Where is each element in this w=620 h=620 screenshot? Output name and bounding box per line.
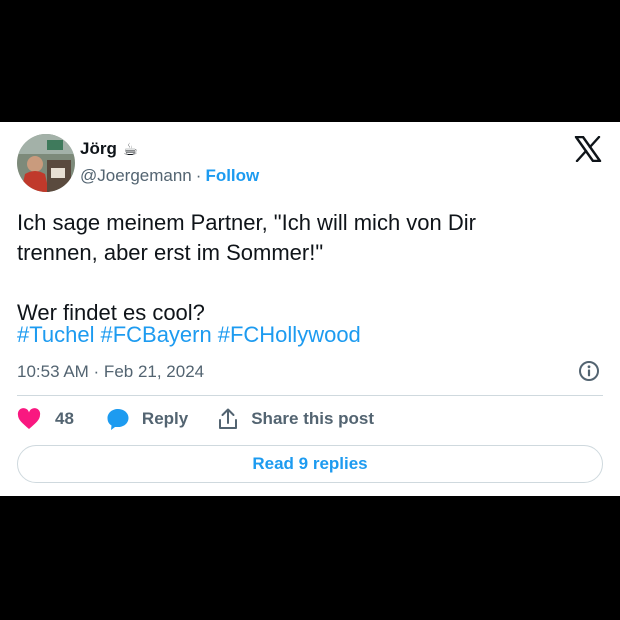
author-name[interactable]: Jörg [80,139,117,159]
hashtag-list: #Tuchel #FCBayern #FCHollywood [17,322,367,348]
author-handle[interactable]: @Joergemann [80,166,192,185]
share-icon [219,408,238,429]
x-logo-icon[interactable] [574,136,602,162]
hashtag-tuchel[interactable]: #Tuchel [17,322,94,347]
hashtag-fchollywood[interactable]: #FCHollywood [218,322,361,347]
follow-link[interactable]: Follow [205,166,259,185]
heart-icon [17,408,41,429]
like-count: 48 [55,409,74,428]
author-handle-row: @Joergemann · Follow [80,166,259,186]
share-button[interactable]: Share this post [218,408,374,430]
reply-button[interactable]: Reply [106,408,188,430]
speech-bubble-icon [107,409,129,430]
tweet-card: Jörg ☕ @Joergemann · Follow Ich sage meine… [0,122,620,496]
avatar[interactable] [17,134,75,192]
share-label: Share this post [251,409,375,428]
action-bar: 48 Reply Share this post [17,408,374,430]
like-button[interactable]: 48 [17,408,74,430]
divider [17,395,603,396]
info-icon[interactable] [578,360,600,382]
author-name-row: Jörg ☕ [80,139,138,159]
read-replies-button[interactable]: Read 9 replies [17,445,603,483]
reply-label: Reply [141,409,189,428]
tweet-timestamp[interactable]: 10:53 AM · Feb 21, 2024 [17,362,204,382]
tweet-text: Ich sage meinem Partner, "Ich will mich … [17,210,476,325]
hashtag-fcbayern[interactable]: #FCBayern [100,322,211,347]
separator-dot: · [195,166,202,185]
coffee-emoji: ☕ [122,139,139,159]
